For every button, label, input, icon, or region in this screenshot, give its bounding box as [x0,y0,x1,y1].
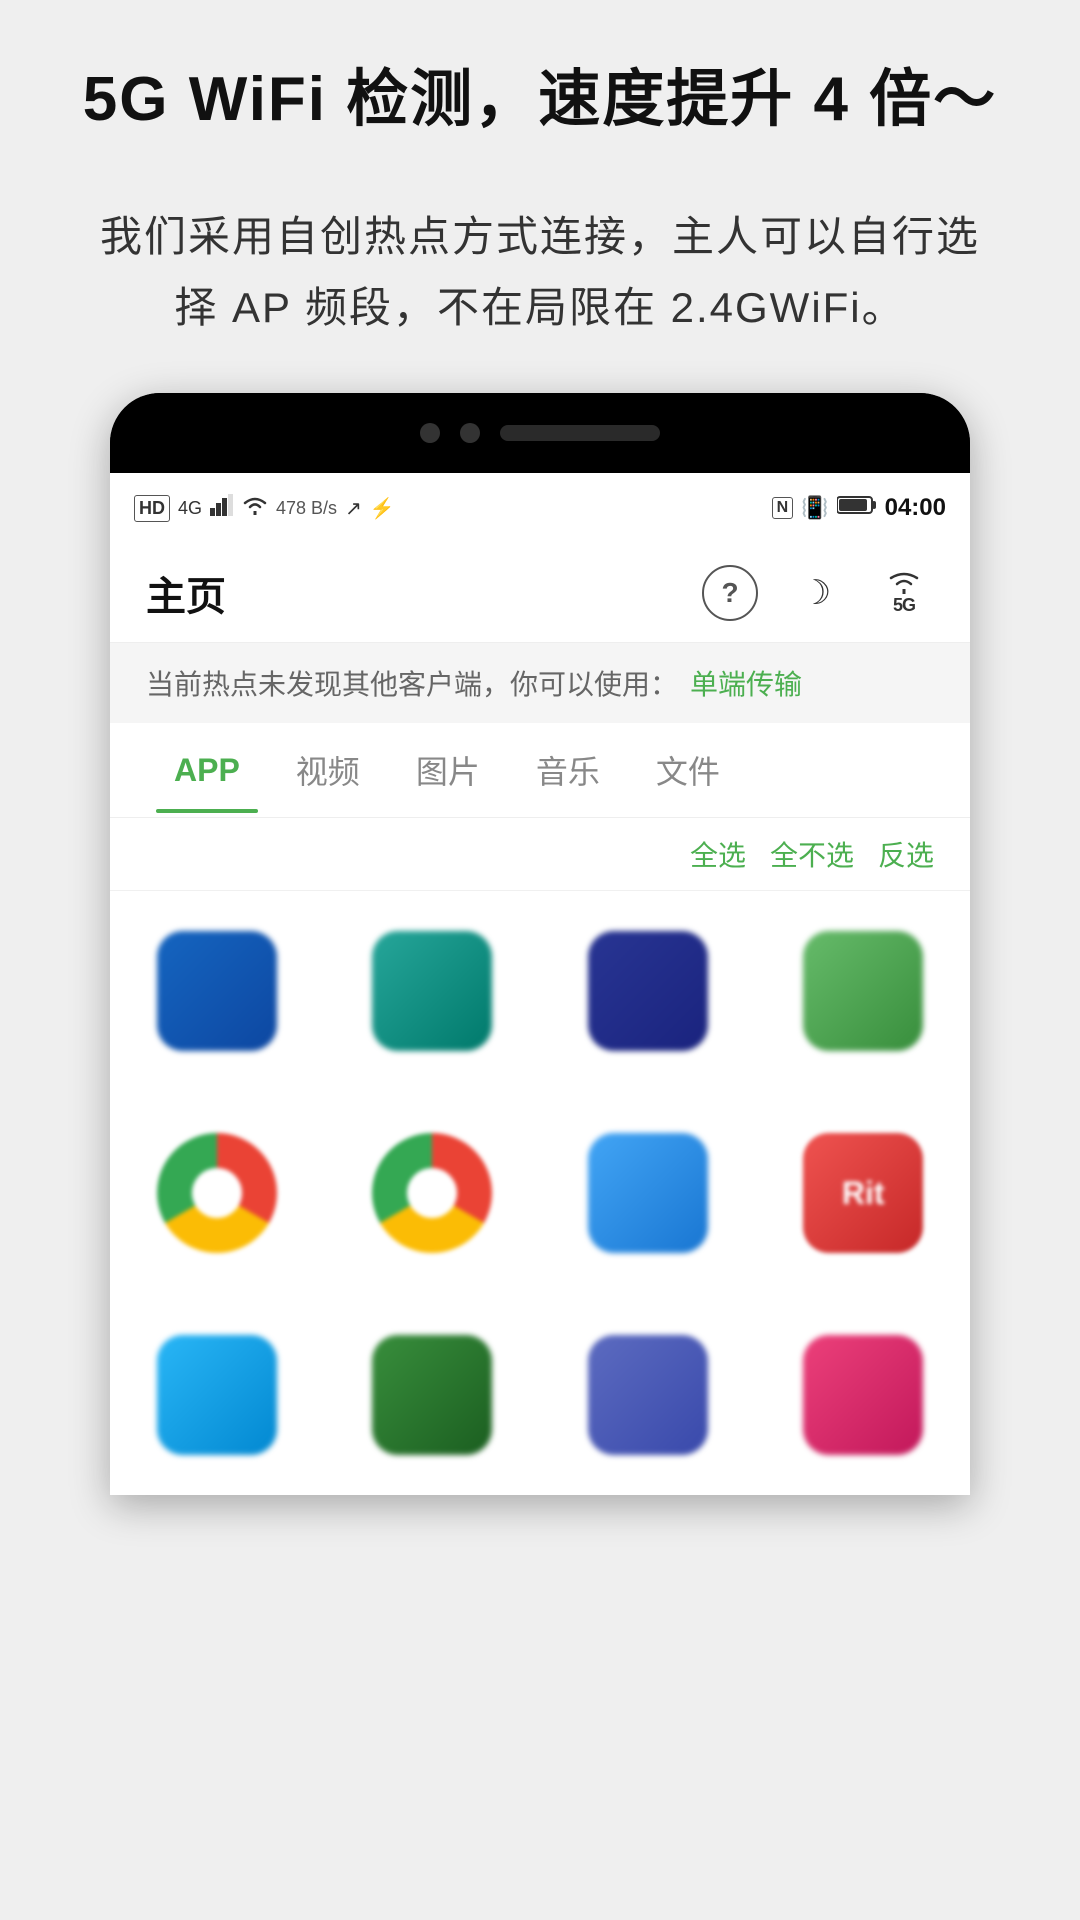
app-cell-4[interactable] [757,891,971,1091]
app-icon-4 [803,931,923,1051]
app-icon-11 [588,1335,708,1455]
usb-icon: ⚡ [370,496,395,521]
status-46: 4G [178,498,202,519]
desc-text: 我们采用自创热点方式连接，主人可以自行选择 AP 频段，不在局限在 2.4GWi… [80,201,1000,344]
speaker-bar [500,425,660,441]
app-cell-7[interactable] [541,1093,755,1293]
tab-music[interactable]: 音乐 [508,723,628,817]
select-all-button[interactable]: 全选 [690,834,746,874]
title-section: 5G WiFi 检测，速度提升 4 倍～ [0,0,1080,161]
header-icons: ? ☽ 5G [702,563,934,623]
app-icon-2 [372,931,492,1051]
header-title: 主页 [146,564,226,622]
app-cell-2[interactable] [326,891,540,1091]
deselect-all-button[interactable]: 全不选 [770,834,854,874]
camera-dot [420,423,440,443]
phone-screen: HD 4G [110,473,970,1495]
battery-icon [837,494,877,522]
app-cell-9[interactable] [110,1295,324,1495]
app-icon-chrome2 [372,1133,492,1253]
app-icon-10 [372,1335,492,1455]
app-icon-rit: Rit [803,1133,923,1253]
wifi-5g-button[interactable]: 5G [874,563,934,623]
selection-bar: 全选 全不选 反选 [110,818,970,891]
time-display: 04:00 [885,494,946,522]
help-button[interactable]: ? [702,565,758,621]
phone-mockup: HD 4G [110,393,970,1495]
vibrate-icon: 📳 [801,495,828,521]
app-cell-12[interactable] [757,1295,971,1495]
app-icon-1 [157,931,277,1051]
status-bar: HD 4G [110,473,970,543]
status-right: N 📳 04:00 [772,494,946,522]
app-cell-11[interactable] [541,1295,755,1495]
app-icon-9 [157,1335,277,1455]
app-cell-5[interactable] [110,1093,324,1293]
app-header: 主页 ? ☽ [110,543,970,643]
wifi-5g-icon: 5G [887,569,921,616]
app-cell-10[interactable] [326,1295,540,1495]
main-title: 5G WiFi 检测，速度提升 4 倍～ [60,60,1020,141]
tab-bar: APP 视频 图片 音乐 文件 [110,723,970,818]
camera-dot-2 [460,423,480,443]
app-icon-12 [803,1335,923,1455]
status-left: HD 4G [134,494,395,522]
tab-app[interactable]: APP [146,728,268,813]
direction-icon: ↗ [345,496,362,521]
tab-video[interactable]: 视频 [268,723,388,817]
app-cell-6[interactable] [326,1093,540,1293]
app-cell-8[interactable]: Rit [757,1093,971,1293]
speed-text: 478 B/s [276,498,337,519]
app-cell-1[interactable] [110,891,324,1091]
status-hd: HD [134,495,170,522]
question-icon: ? [721,577,738,609]
phone-top-bar [110,393,970,473]
info-banner-text: 当前热点未发现其他客户端，你可以使用： [146,663,678,703]
tab-file[interactable]: 文件 [628,723,748,817]
moon-icon: ☽ [801,573,831,613]
wifi-icon [242,495,268,521]
single-transfer-link[interactable]: 单端传输 [690,663,802,703]
rit-label: Rit [842,1175,885,1212]
signal-icon [210,494,234,522]
app-grid: Rit [110,891,970,1495]
app-icon-3 [588,931,708,1051]
app-icon-chrome1 [157,1133,277,1253]
page-container: 5G WiFi 检测，速度提升 4 倍～ 我们采用自创热点方式连接，主人可以自行… [0,0,1080,1920]
invert-select-button[interactable]: 反选 [878,834,934,874]
app-icon-7 [588,1133,708,1253]
tab-photo[interactable]: 图片 [388,723,508,817]
desc-section: 我们采用自创热点方式连接，主人可以自行选择 AP 频段，不在局限在 2.4GWi… [0,161,1080,394]
nfc-icon: N [772,497,794,519]
dark-mode-button[interactable]: ☽ [786,563,846,623]
info-banner: 当前热点未发现其他客户端，你可以使用： 单端传输 [110,643,970,723]
app-cell-3[interactable] [541,891,755,1091]
